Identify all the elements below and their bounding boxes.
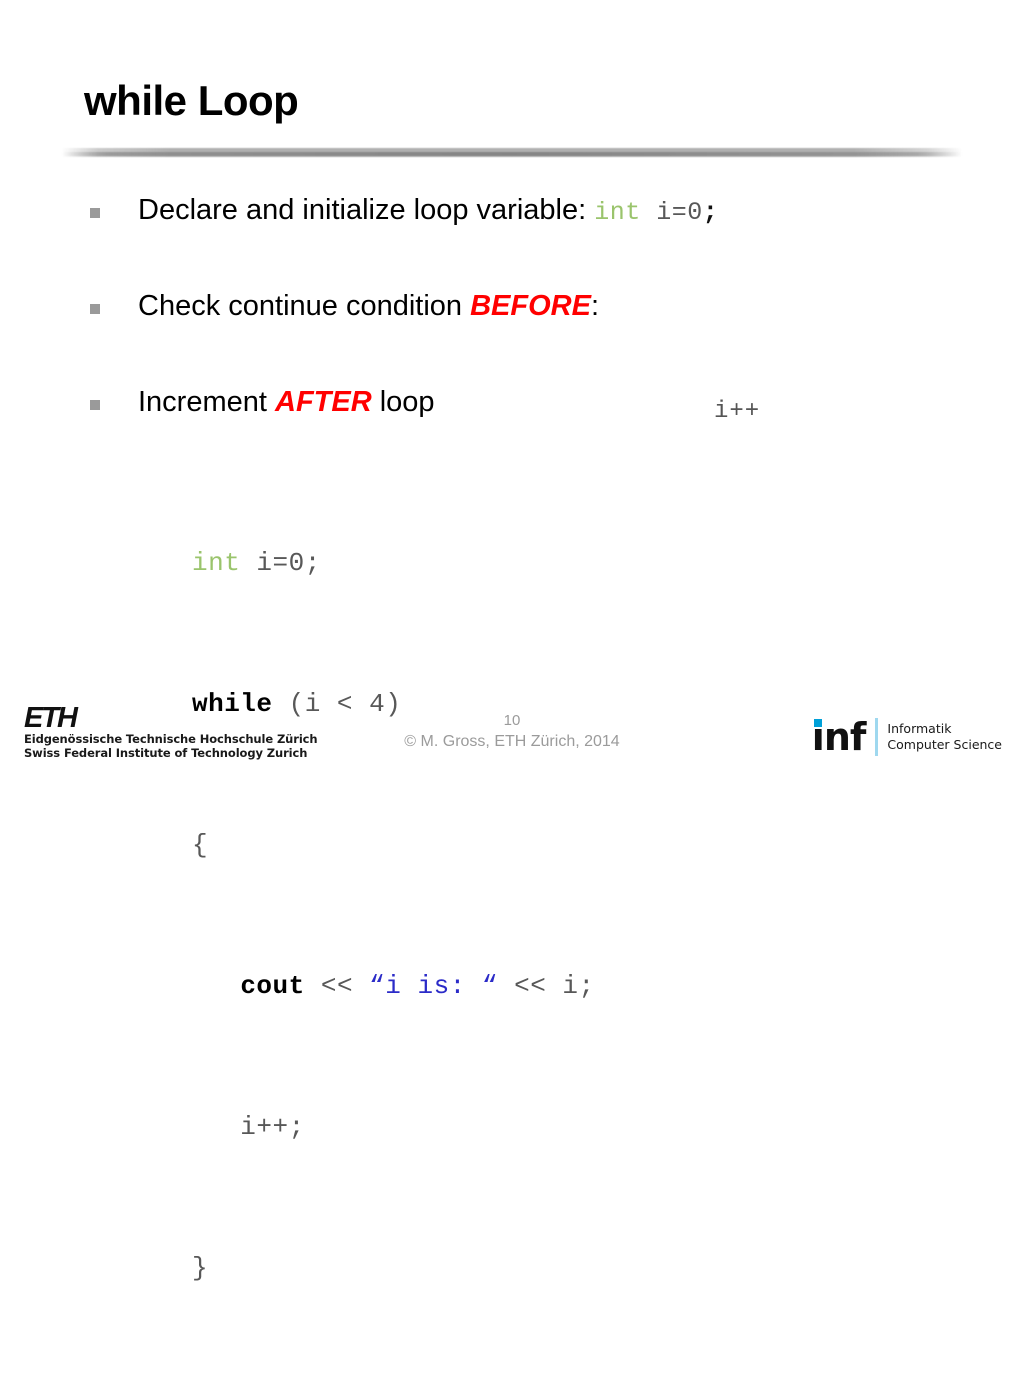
code-line-1: int i=0;	[192, 540, 595, 587]
code-keyword-cout: cout	[240, 971, 305, 1001]
bullet-square-icon	[90, 304, 100, 314]
eth-logo-line-2: Swiss Federal Institute of Technology Zu…	[24, 746, 308, 760]
title-divider	[62, 148, 962, 157]
bullet-1-label: Declare and initialize loop variable:	[138, 194, 595, 226]
eth-logo-line-1: Eidgenössische Technische Hochschule Zür…	[24, 732, 318, 746]
increment-annotation: i++	[714, 398, 761, 425]
code-line-6-close-brace: }	[192, 1253, 209, 1283]
bullet-2-emphasis: BEFORE	[470, 290, 591, 322]
inf-wordmark: inf	[812, 718, 867, 756]
page-title: while Loop	[84, 77, 299, 124]
code-line-4: cout << “i is: “ << i;	[192, 963, 595, 1010]
code-line-4-operator-2: << i;	[497, 971, 595, 1001]
code-string-literal: “i is: “	[369, 971, 498, 1001]
inf-logo-subtitle: Informatik Computer Science	[887, 721, 1002, 753]
slide-canvas: while Loop Declare and initialize loop v…	[0, 0, 1024, 1283]
bullet-2-suffix: :	[590, 290, 600, 322]
inf-logo-line-1: Informatik	[887, 721, 952, 736]
code-line-4-operator-1: <<	[304, 971, 370, 1001]
code-line-3-open-brace: {	[192, 830, 209, 860]
bullet-item-3-text: Increment AFTER loop	[138, 384, 435, 420]
bullet-1-code-semicolon: ;	[702, 198, 719, 227]
eth-logo: ETH Eidgenössische Technische Hochschule…	[24, 702, 318, 761]
bullet-2-label: Check continue condition	[138, 290, 471, 322]
code-line-4-indent	[192, 971, 240, 1001]
bullet-item-1-text: Declare and initialize loop variable: in…	[138, 192, 718, 228]
bullet-3-suffix: loop	[371, 386, 435, 418]
code-sample: int i=0; while (i < 4) { cout << “i is: …	[192, 446, 595, 1386]
code-line-1-rest: i=0;	[240, 548, 321, 578]
code-line-5-increment: i++;	[192, 1112, 305, 1142]
bullet-1-code-keyword: int	[594, 198, 641, 227]
bullet-1-code-rest: i=0	[640, 198, 703, 227]
inf-logo-line-2: Computer Science	[887, 737, 1002, 752]
code-keyword-int: int	[192, 548, 241, 578]
inf-divider	[875, 718, 879, 756]
list-item: Declare and initialize loop variable: in…	[90, 192, 970, 288]
eth-wordmark: ETH	[24, 702, 78, 734]
bullet-3-emphasis: AFTER	[275, 386, 372, 418]
bullet-item-2-text: Check continue condition BEFORE:	[138, 288, 599, 324]
bullet-square-icon	[90, 208, 100, 218]
list-item: Check continue condition BEFORE:	[90, 288, 970, 384]
bullet-3-label: Increment	[138, 386, 275, 418]
inf-dot-icon	[813, 719, 822, 727]
inf-logo: inf Informatik Computer Science	[812, 718, 1002, 756]
bullet-list: Declare and initialize loop variable: in…	[90, 192, 970, 480]
bullet-square-icon	[90, 400, 100, 410]
